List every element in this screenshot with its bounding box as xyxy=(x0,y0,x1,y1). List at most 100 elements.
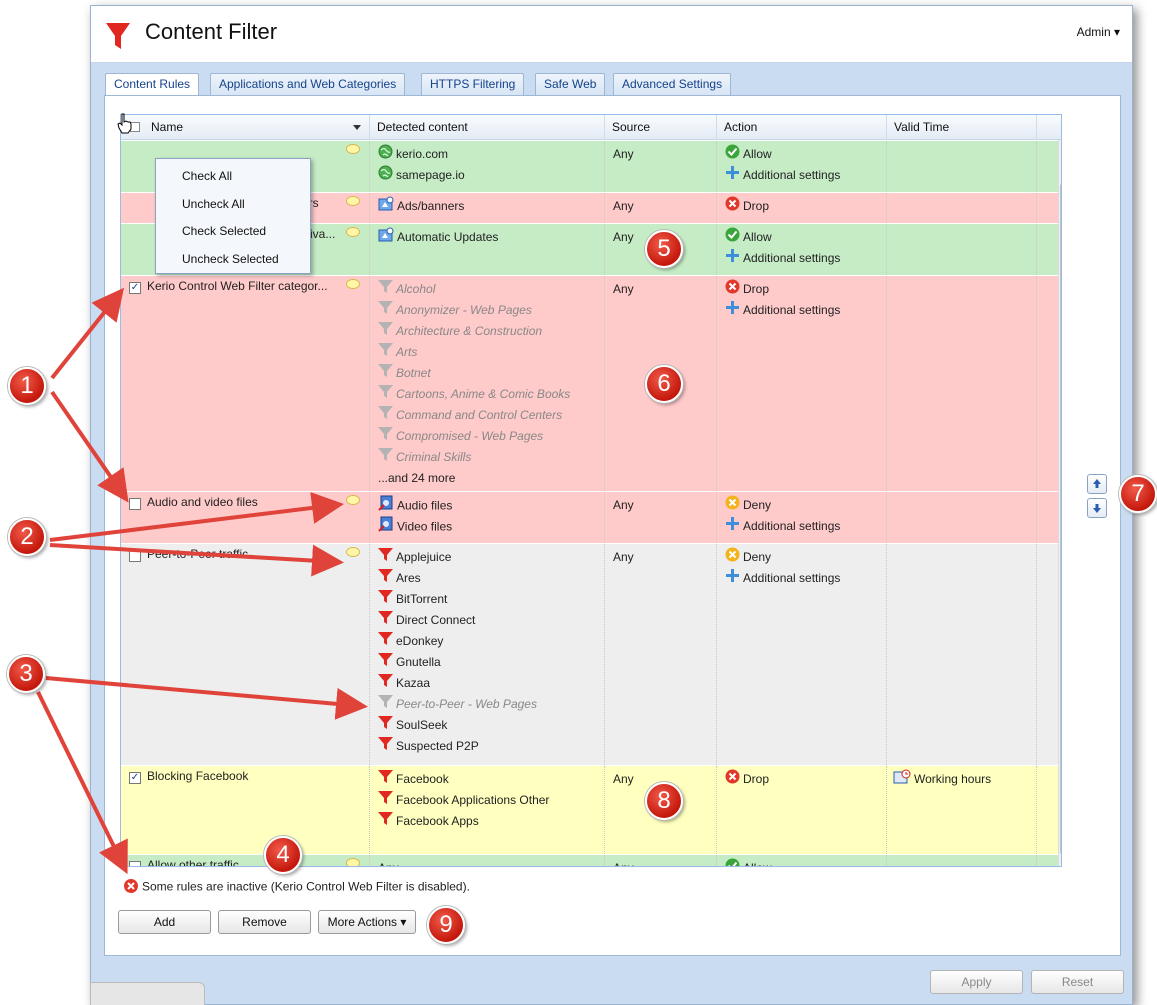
list-item: SoulSeek xyxy=(378,715,447,736)
scrollbar-thumb[interactable] xyxy=(1060,184,1061,854)
column-header-name[interactable]: Name xyxy=(121,115,370,140)
table-row[interactable]: ✓ Blocking Facebook Facebook Facebook Appli… xyxy=(121,766,1058,855)
drop-icon xyxy=(725,196,740,218)
list-item-label: BitTorrent xyxy=(396,592,448,607)
source-cell: Any xyxy=(605,544,717,765)
globe-icon xyxy=(378,144,393,166)
detected-content-cell: Automatic Updates xyxy=(370,224,605,275)
source-value: Any xyxy=(613,772,634,786)
add-button[interactable]: Add xyxy=(118,910,211,934)
more-actions-button[interactable]: More Actions ▾ xyxy=(318,910,416,934)
name-cell: ✓ Blocking Facebook xyxy=(121,766,370,854)
plus-icon xyxy=(725,516,740,538)
list-item-label: Facebook Apps xyxy=(396,814,479,829)
comment-icon[interactable] xyxy=(346,227,360,237)
list-item-label: Gnutella xyxy=(396,655,441,670)
move-down-button[interactable] xyxy=(1087,498,1107,518)
list-item: Ads/banners xyxy=(378,196,464,217)
menu-item-uncheck-selected[interactable]: Uncheck Selected xyxy=(182,252,279,266)
apply-button[interactable]: Apply xyxy=(930,970,1023,994)
callout-7: 7 xyxy=(1119,475,1157,513)
source-cell: Any xyxy=(605,141,717,192)
menu-item-check-all[interactable]: Check All xyxy=(182,169,232,183)
rule-checkbox[interactable]: ✓ xyxy=(129,282,141,294)
list-item: Allow xyxy=(725,144,772,165)
valid-time-cell xyxy=(887,141,1037,192)
allow-icon xyxy=(725,144,740,166)
rule-checkbox[interactable] xyxy=(129,550,141,562)
list-item-label: Criminal Skills xyxy=(396,450,472,465)
inactive-rules-status: Some rules are inactive (Kerio Control W… xyxy=(123,878,470,897)
comment-icon[interactable] xyxy=(346,547,360,557)
filter-red-icon xyxy=(378,715,393,737)
user-menu[interactable]: Admin ▾ xyxy=(1077,25,1120,39)
source-value: Any xyxy=(613,230,634,244)
filter-gray-icon xyxy=(378,321,393,343)
filter-red-icon xyxy=(378,769,393,791)
comment-icon[interactable] xyxy=(346,858,360,866)
list-item: Kazaa xyxy=(378,673,430,694)
deny-icon xyxy=(725,547,740,569)
file-type-icon xyxy=(378,495,394,518)
reset-button[interactable]: Reset xyxy=(1031,970,1124,994)
allow-icon xyxy=(725,227,740,249)
move-up-button[interactable] xyxy=(1087,474,1107,494)
column-header-detected-content[interactable]: Detected content xyxy=(370,115,605,140)
comment-icon[interactable] xyxy=(346,495,360,505)
filter-gray-icon xyxy=(378,279,393,301)
action-cell: Allow Additional settings xyxy=(717,141,887,192)
list-item-label: Command and Control Centers xyxy=(396,408,563,423)
rule-checkbox[interactable] xyxy=(129,861,141,866)
comment-icon[interactable] xyxy=(346,279,360,289)
valid-time-cell xyxy=(887,855,1037,866)
list-item-label: Drop xyxy=(743,199,770,214)
menu-item-uncheck-all[interactable]: Uncheck All xyxy=(182,197,245,211)
detected-content-cell: Audio files Video files xyxy=(370,492,605,543)
tab-https-filtering[interactable]: HTTPS Filtering xyxy=(421,73,525,96)
table-row[interactable]: ✓ Kerio Control Web Filter categor... Alco… xyxy=(121,276,1058,492)
source-value: Any xyxy=(613,550,634,564)
list-item: Any xyxy=(378,858,399,866)
column-header-source[interactable]: Source xyxy=(605,115,717,140)
list-item: Allow xyxy=(725,858,772,866)
list-item: Arts xyxy=(378,342,417,363)
table-row[interactable]: Allow other traffic Any Any Allow xyxy=(121,855,1058,867)
source-cell: Any xyxy=(605,855,717,866)
comment-icon[interactable] xyxy=(346,196,360,206)
filter-red-icon xyxy=(378,811,393,833)
rule-checkbox[interactable]: ✓ xyxy=(129,772,141,784)
detected-content-cell: kerio.com samepage.io xyxy=(370,141,605,192)
source-cell: Any xyxy=(605,492,717,543)
filter-red-icon xyxy=(378,589,393,611)
tab-content-rules[interactable]: Content Rules xyxy=(105,73,200,97)
comment-icon[interactable] xyxy=(346,144,360,154)
detected-content-cell: Alcohol Anonymizer - Web Pages Architectur… xyxy=(370,276,605,491)
rule-checkbox[interactable] xyxy=(129,498,141,510)
tab-advanced-settings[interactable]: Advanced Settings xyxy=(613,73,732,96)
filter-gray-icon xyxy=(378,426,393,448)
remove-button[interactable]: Remove xyxy=(218,910,311,934)
table-row[interactable]: Peer-to-Peer traffic Applejuice Ares BitTor… xyxy=(121,544,1058,766)
column-header-valid-time[interactable]: Valid Time xyxy=(887,115,1037,140)
list-item-label: Direct Connect xyxy=(396,613,476,628)
tab-safe-web[interactable]: Safe Web xyxy=(535,73,606,96)
list-item-label: kerio.com xyxy=(396,147,449,162)
vertical-scrollbar[interactable] xyxy=(1058,140,1061,866)
column-menu-arrow-icon[interactable] xyxy=(353,125,361,130)
valid-time-cell xyxy=(887,544,1037,765)
list-item: Suspected P2P xyxy=(378,736,479,757)
list-item-label: Compromised - Web Pages xyxy=(396,429,544,444)
list-item: Additional settings xyxy=(725,300,840,321)
list-item: Deny xyxy=(725,495,771,516)
bottom-tab[interactable] xyxy=(90,982,205,1005)
list-item: Facebook xyxy=(378,769,449,790)
tab-applications-web-categories[interactable]: Applications and Web Categories xyxy=(210,73,406,96)
valid-time-label: Working hours xyxy=(914,772,992,787)
menu-item-check-selected[interactable]: Check Selected xyxy=(182,224,266,238)
rule-name: Allow other traffic xyxy=(147,858,239,867)
funnel-icon xyxy=(106,23,130,49)
table-row[interactable]: Audio and video files Audio files Video fi… xyxy=(121,492,1058,544)
callout-4: 4 xyxy=(264,836,302,874)
column-header-action[interactable]: Action xyxy=(717,115,887,140)
filter-gray-icon xyxy=(378,405,393,427)
